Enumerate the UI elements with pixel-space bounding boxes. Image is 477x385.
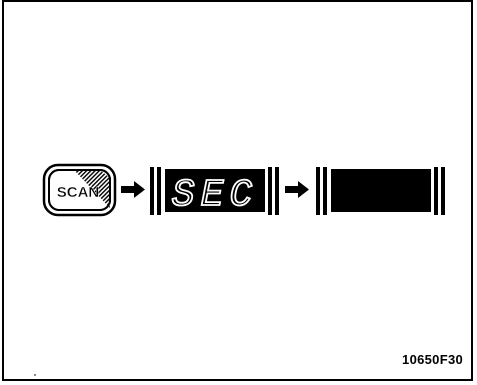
lcd-display-2 — [316, 167, 445, 215]
scan-speck — [34, 374, 36, 376]
scan-button-label: SCAN — [57, 184, 100, 201]
scan-sequence-diagram: SCAN SEC — [42, 163, 445, 218]
display-1-readout: SEC — [172, 174, 258, 217]
figure-frame: SCAN SEC 10650F30 — [2, 0, 473, 381]
scan-button-icon: SCAN — [42, 163, 117, 217]
arrow-right-icon — [121, 181, 145, 198]
figure-id-label: 10650F30 — [402, 352, 463, 367]
lcd-display-1: SEC — [150, 167, 279, 218]
arrow-right-icon — [285, 181, 309, 198]
